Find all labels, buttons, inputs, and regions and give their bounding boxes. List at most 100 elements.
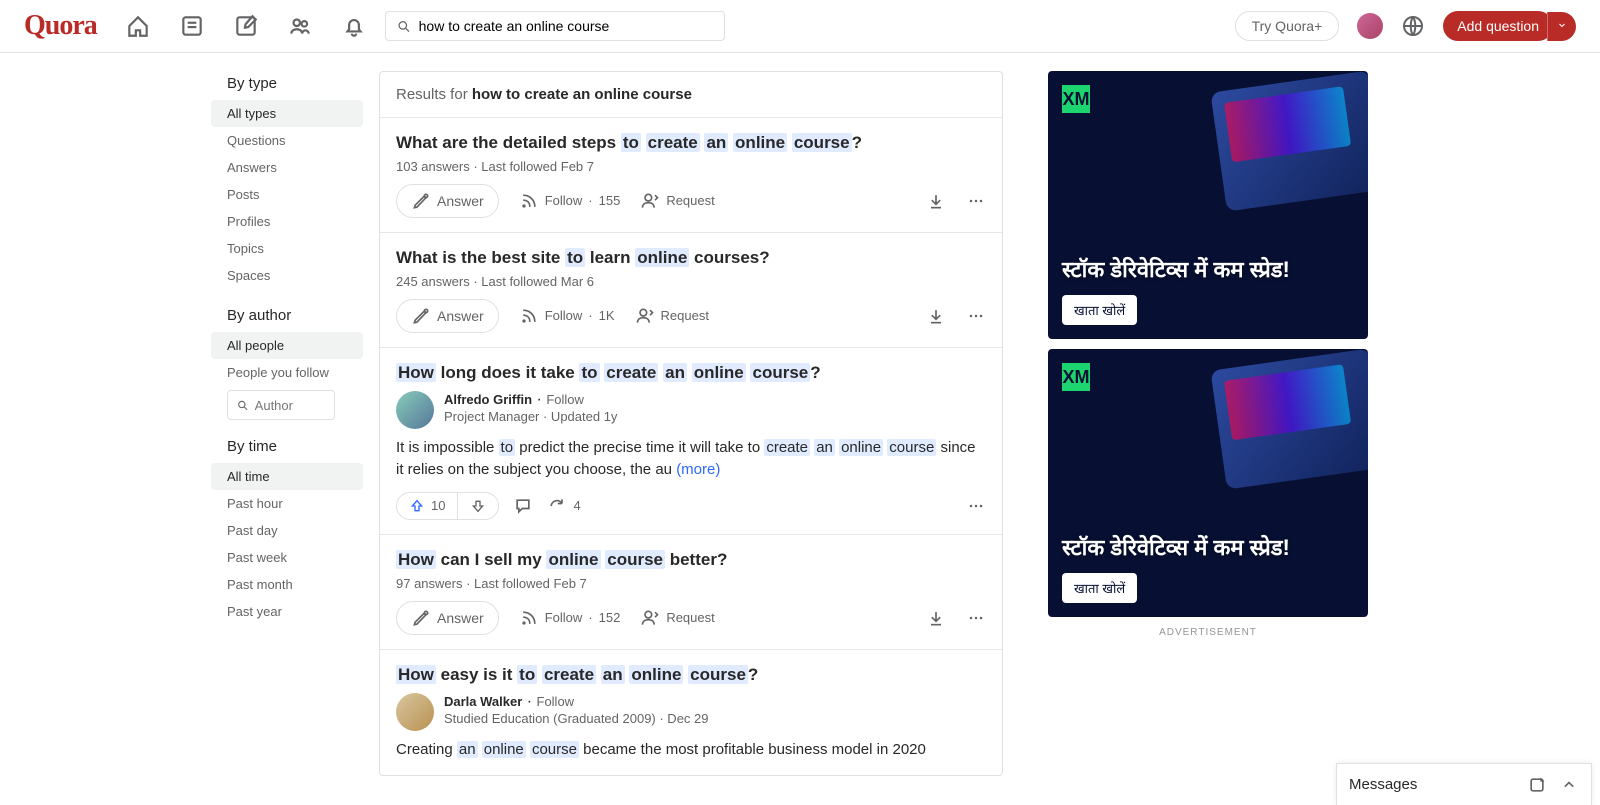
filters-sidebar: By type All types Questions Answers Post… xyxy=(203,71,363,776)
downvote-icon xyxy=(470,498,486,514)
right-sidebar: ⓘ ✕ XM स्टॉक डेरिवेटिव्स में कम स्प्रेड!… xyxy=(1019,71,1397,776)
facet-item-questions[interactable]: Questions xyxy=(211,127,363,154)
answer-author: Alfredo Griffin · Follow Project Manager… xyxy=(396,391,986,429)
advertisement[interactable]: ⓘ ✕ XM स्टॉक डेरिवेटिव्स में कम स्प्रेड!… xyxy=(1048,71,1368,339)
pen-icon xyxy=(411,306,431,326)
nav-icons xyxy=(125,13,367,39)
more-link[interactable]: (more) xyxy=(676,461,720,478)
more-icon[interactable] xyxy=(966,608,986,628)
author-name[interactable]: Alfredo Griffin xyxy=(444,392,532,407)
messages-label: Messages xyxy=(1349,776,1417,793)
question-title[interactable]: What are the detailed steps to create an… xyxy=(396,132,986,155)
more-icon[interactable] xyxy=(966,306,986,326)
advertisement[interactable]: ⓘ ✕ XM स्टॉक डेरिवेटिव्स में कम स्प्रेड!… xyxy=(1048,349,1368,617)
result-card: How can I sell my online course better? … xyxy=(380,535,1002,650)
follow-icon xyxy=(519,608,539,628)
facet-item-all-time[interactable]: All time xyxy=(211,463,363,490)
result-card: What are the detailed steps to create an… xyxy=(380,118,1002,233)
question-title[interactable]: What is the best site to learn online co… xyxy=(396,247,986,270)
downvote-button[interactable] xyxy=(457,493,498,519)
facet-item-past-hour[interactable]: Past hour xyxy=(211,490,363,517)
author-subline: Project Manager · Updated 1y xyxy=(444,409,617,424)
question-title[interactable]: How long does it take to create an onlin… xyxy=(396,362,986,385)
facet-item-past-year[interactable]: Past year xyxy=(211,598,363,625)
ad-cta[interactable]: खाता खोलें xyxy=(1062,573,1137,603)
downvote-icon[interactable] xyxy=(926,191,946,211)
facet-by-type: By type All types Questions Answers Post… xyxy=(211,75,363,289)
follow-question[interactable]: Follow · 1K xyxy=(519,306,615,326)
answer-author: Darla Walker · Follow Studied Education … xyxy=(396,693,986,731)
author-follow[interactable]: Follow xyxy=(546,392,584,407)
following-feed-icon[interactable] xyxy=(179,13,205,39)
comment-icon[interactable] xyxy=(513,496,533,516)
author-search[interactable] xyxy=(227,390,335,420)
downvote-icon[interactable] xyxy=(926,608,946,628)
follow-question[interactable]: Follow · 152 xyxy=(519,608,621,628)
messages-bar[interactable]: Messages xyxy=(1336,763,1592,805)
facet-item-past-day[interactable]: Past day xyxy=(211,517,363,544)
author-name[interactable]: Darla Walker xyxy=(444,694,522,709)
facet-item-topics[interactable]: Topics xyxy=(211,235,363,262)
facet-item-all-types[interactable]: All types xyxy=(211,100,363,127)
answer-button[interactable]: Answer xyxy=(396,299,499,333)
logo[interactable]: Quora xyxy=(24,10,97,42)
add-question-dropdown[interactable] xyxy=(1547,12,1576,41)
author-search-input[interactable] xyxy=(255,398,326,413)
search-icon xyxy=(396,18,411,34)
author-avatar[interactable] xyxy=(396,693,434,731)
request-answer[interactable]: Request xyxy=(640,191,714,211)
answer-icon[interactable] xyxy=(233,13,259,39)
downvote-icon[interactable] xyxy=(926,306,946,326)
request-answer[interactable]: Request xyxy=(640,608,714,628)
new-message-icon[interactable] xyxy=(1527,775,1547,795)
search-box[interactable] xyxy=(385,11,725,41)
add-question-button[interactable]: Add question xyxy=(1443,11,1553,41)
answer-button[interactable]: Answer xyxy=(396,601,499,635)
ad-hero-image xyxy=(1210,349,1368,490)
notifications-icon[interactable] xyxy=(341,13,367,39)
facet-item-posts[interactable]: Posts xyxy=(211,181,363,208)
request-icon xyxy=(640,191,660,211)
upvote-button[interactable]: 10 xyxy=(397,493,457,519)
search-results: Results for how to create an online cour… xyxy=(379,71,1003,776)
author-avatar[interactable] xyxy=(396,391,434,429)
share-button[interactable]: 4 xyxy=(547,496,580,516)
ad-cta[interactable]: खाता खोलें xyxy=(1062,295,1137,325)
facet-item-past-week[interactable]: Past week xyxy=(211,544,363,571)
ad-headline: स्टॉक डेरिवेटिव्स में कम स्प्रेड! xyxy=(1062,535,1290,561)
chevron-down-icon xyxy=(1556,19,1568,31)
facet-item-past-month[interactable]: Past month xyxy=(211,571,363,598)
more-icon[interactable] xyxy=(966,496,986,516)
follow-question[interactable]: Follow · 155 xyxy=(519,191,621,211)
facet-item-profiles[interactable]: Profiles xyxy=(211,208,363,235)
more-icon[interactable] xyxy=(966,191,986,211)
answer-button[interactable]: Answer xyxy=(396,184,499,218)
question-title[interactable]: How can I sell my online course better? xyxy=(396,549,986,572)
facet-item-people-you-follow[interactable]: People you follow xyxy=(211,359,363,386)
home-icon[interactable] xyxy=(125,13,151,39)
request-icon xyxy=(640,608,660,628)
spaces-icon[interactable] xyxy=(287,13,313,39)
pen-icon xyxy=(411,191,431,211)
question-title[interactable]: How easy is it to create an online cours… xyxy=(396,664,986,687)
facet-item-answers[interactable]: Answers xyxy=(211,154,363,181)
share-icon xyxy=(547,496,567,516)
try-quora-plus-button[interactable]: Try Quora+ xyxy=(1235,11,1340,41)
author-follow[interactable]: Follow xyxy=(537,694,575,709)
results-header: Results for how to create an online cour… xyxy=(380,72,1002,118)
results-query: how to create an online course xyxy=(472,86,692,103)
facet-title: By time xyxy=(227,438,363,455)
search-input[interactable] xyxy=(419,18,714,34)
facet-by-time: By time All time Past hour Past day Past… xyxy=(211,438,363,625)
add-question-group: Add question xyxy=(1443,11,1576,41)
facet-item-spaces[interactable]: Spaces xyxy=(211,262,363,289)
advertisement-label: ADVERTISEMENT xyxy=(1019,627,1397,638)
result-meta: 103 answers · Last followed Feb 7 xyxy=(396,159,986,174)
header: Quora Try Quora+ Add question xyxy=(0,0,1600,53)
chevron-up-icon[interactable] xyxy=(1559,775,1579,795)
globe-icon[interactable] xyxy=(1401,14,1425,38)
request-answer[interactable]: Request xyxy=(635,306,709,326)
facet-item-all-people[interactable]: All people xyxy=(211,332,363,359)
result-card: How easy is it to create an online cours… xyxy=(380,650,1002,775)
avatar[interactable] xyxy=(1357,13,1383,39)
